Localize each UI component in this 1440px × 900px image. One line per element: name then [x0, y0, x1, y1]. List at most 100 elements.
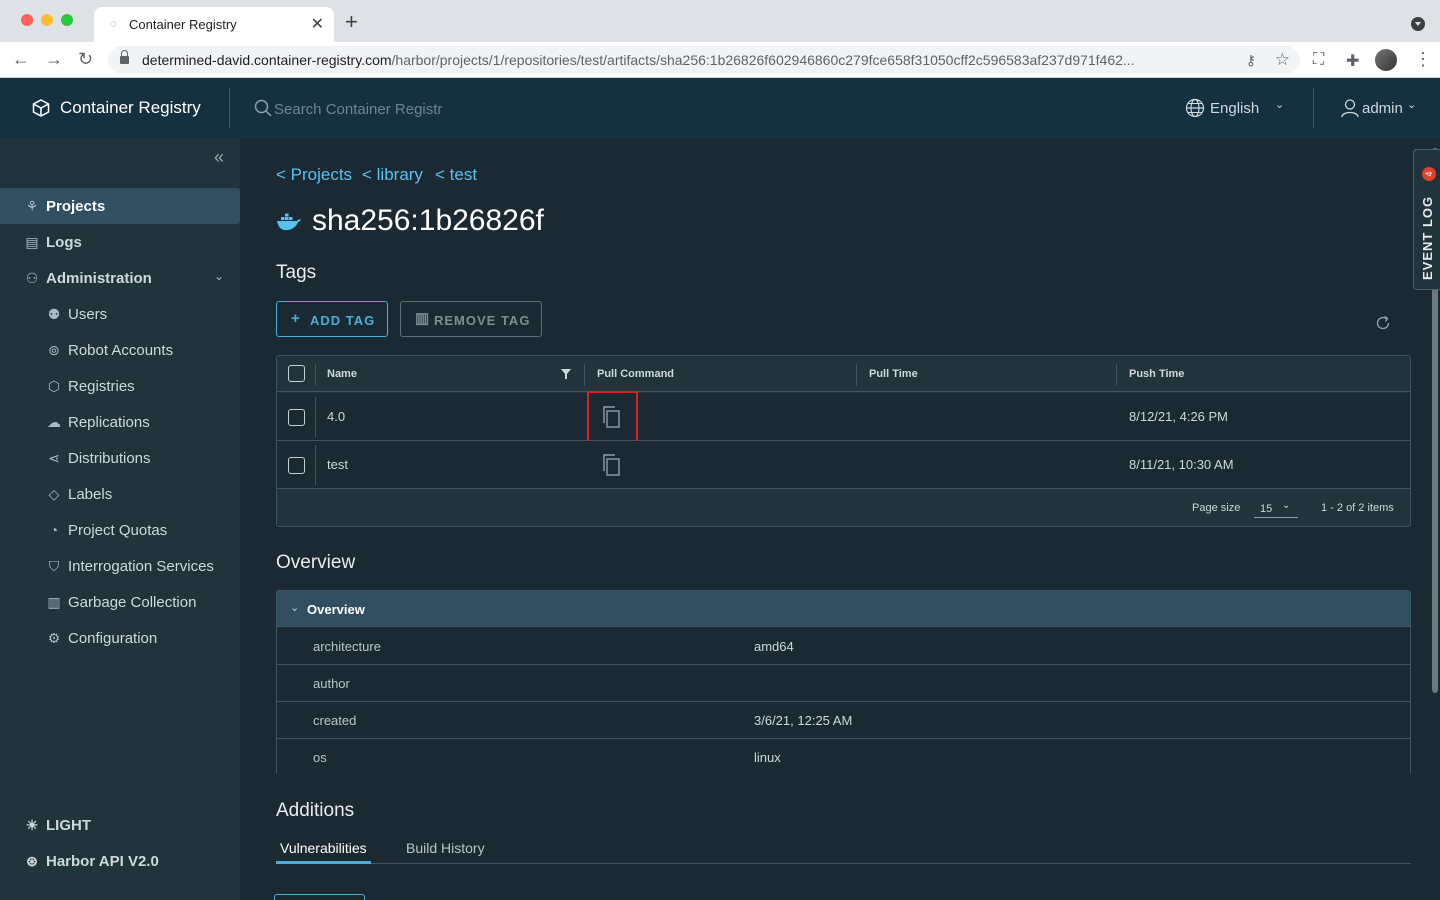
username-label: admin — [1362, 100, 1403, 117]
scan-button[interactable] — [274, 894, 365, 900]
lock-icon[interactable] — [120, 50, 129, 65]
administration-icon: ⚇ — [25, 270, 39, 286]
column-separator — [1116, 364, 1117, 386]
minimize-window-button[interactable] — [41, 14, 53, 26]
sidebar-item-garbage-collection[interactable]: ▥ Garbage Collection — [0, 584, 240, 620]
filter-icon[interactable] — [561, 369, 571, 379]
sidebar-item-projects[interactable]: ⚘ Projects — [0, 188, 240, 224]
column-separator — [315, 445, 316, 485]
tag-name: 4.0 — [327, 409, 346, 424]
sidebar-item-project-quotas[interactable]: ◔ Project Quotas — [0, 512, 240, 548]
column-header-name[interactable]: Name — [327, 368, 357, 380]
page-size-select[interactable]: 15 ⌄ — [1254, 498, 1298, 518]
close-tab-icon[interactable]: ✕ — [311, 14, 324, 34]
registry-logo-icon — [32, 99, 50, 117]
browser-tabbar: ◌ Container Registry ✕ + — [0, 0, 1440, 42]
close-window-button[interactable] — [21, 14, 33, 26]
back-icon[interactable]: ← — [12, 49, 30, 69]
extensions-icon[interactable]: ✚ — [1346, 51, 1359, 71]
event-count-badge: 4 — [1422, 167, 1436, 181]
remove-tag-label: REMOVE TAG — [434, 313, 531, 328]
sidebar-item-label: Projects — [46, 198, 106, 215]
sidebar-item-label: Users — [68, 306, 108, 323]
column-header-pull-command[interactable]: Pull Command — [597, 368, 674, 380]
copy-icon[interactable] — [601, 454, 623, 476]
sidebar-item-configuration[interactable]: ⚙ Configuration — [0, 620, 240, 656]
loading-icon: ◌ — [110, 18, 117, 30]
remove-tag-button[interactable]: ▥ REMOVE TAG — [400, 301, 542, 337]
global-search-input[interactable] — [274, 98, 494, 120]
select-all-checkbox[interactable] — [288, 365, 305, 382]
brand-title[interactable]: Container Registry — [60, 98, 201, 118]
sidebar-item-labels[interactable]: ◇ Labels — [0, 476, 240, 512]
overview-row: architecture amd64 — [277, 628, 1410, 665]
sidebar-item-label: Labels — [68, 486, 113, 503]
harbor-api-link[interactable]: ⊛ Harbor API V2.0 — [0, 847, 240, 877]
distributions-icon: ⋖ — [48, 450, 60, 466]
browser-profile-avatar[interactable] — [1375, 49, 1397, 71]
overview-panel-title: Overview — [307, 602, 365, 617]
sidebar-item-label: Administration — [46, 270, 152, 287]
sidebar-item-distributions[interactable]: ⋖ Distributions — [0, 440, 240, 476]
column-separator — [315, 364, 316, 386]
page-title: sha256:1b26826f — [312, 204, 544, 237]
column-separator — [584, 364, 585, 386]
tab-search-icon[interactable] — [1411, 17, 1425, 31]
collapse-sidebar-icon[interactable]: « — [214, 147, 224, 168]
maximize-window-button[interactable] — [61, 14, 73, 26]
column-header-push-time[interactable]: Push Time — [1129, 368, 1184, 380]
url-text[interactable]: determined-david.container-registry.com/… — [142, 52, 1232, 68]
sidebar-item-label: Configuration — [68, 630, 158, 647]
add-tag-button[interactable]: + ADD TAG — [276, 301, 388, 337]
bookmark-star-icon[interactable]: ☆ — [1275, 50, 1290, 70]
breadcrumb-projects[interactable]: < Projects — [276, 165, 352, 185]
chevron-down-icon: ⌄ — [214, 269, 225, 283]
theme-toggle[interactable]: ☀ LIGHT — [0, 811, 240, 841]
event-log-tab[interactable]: 4 EVENT LOG — [1413, 149, 1440, 290]
browser-tab[interactable]: ◌ Container Registry ✕ — [94, 7, 334, 42]
highlight-box — [587, 391, 638, 444]
address-bar[interactable]: determined-david.container-registry.com/… — [108, 46, 1300, 74]
sidebar-item-replications[interactable]: ☁ Replications — [0, 404, 240, 440]
breadcrumb-test[interactable]: < test — [435, 165, 477, 185]
sidebar-item-robot-accounts[interactable]: ⊚ Robot Accounts — [0, 332, 240, 368]
chevron-down-icon: ⌄ — [1282, 500, 1291, 511]
sidebar-item-users[interactable]: ⚉ Users — [0, 296, 240, 332]
refresh-icon[interactable] — [1375, 315, 1391, 331]
registries-icon: ⬡ — [47, 378, 61, 394]
header-divider — [1313, 88, 1314, 128]
tab-vulnerabilities[interactable]: Vulnerabilities — [276, 838, 371, 864]
sidebar-item-registries[interactable]: ⬡ Registries — [0, 368, 240, 404]
overview-panel-header[interactable]: ⌄ Overview — [277, 591, 1410, 627]
gear-icon: ⚙ — [47, 630, 61, 646]
row-checkbox[interactable] — [288, 409, 305, 426]
plus-icon: + — [291, 310, 301, 327]
sidebar-item-label: Garbage Collection — [68, 594, 197, 611]
api-label: Harbor API V2.0 — [46, 853, 159, 870]
overview-key: author — [313, 676, 350, 691]
sidebar-item-label: Project Quotas — [68, 522, 168, 539]
table-row[interactable]: 4.0 8/12/21, 4:26 PM — [277, 391, 1410, 444]
reload-icon[interactable]: ↻ — [78, 49, 93, 69]
screen-capture-icon[interactable]: ⛶ — [1313, 51, 1324, 69]
breadcrumb-library[interactable]: < library — [362, 165, 423, 185]
sidebar-item-logs[interactable]: ▤ Logs — [0, 224, 240, 260]
table-row[interactable]: test 8/11/21, 10:30 AM — [277, 441, 1410, 489]
sidebar-item-administration[interactable]: ⚇ Administration ⌄ — [0, 260, 240, 296]
key-icon[interactable]: ⚷ — [1246, 52, 1256, 69]
browser-menu-icon[interactable]: ⋮ — [1414, 49, 1432, 70]
overview-panel: ⌄ Overview architecture amd64 author cre… — [276, 590, 1411, 776]
new-tab-button[interactable]: + — [345, 11, 358, 33]
overview-row: created 3/6/21, 12:25 AM — [277, 702, 1410, 739]
column-header-pull-time[interactable]: Pull Time — [869, 368, 918, 380]
sidebar-item-interrogation-services[interactable]: ⛉ Interrogation Services — [0, 548, 240, 584]
labels-icon: ◇ — [48, 486, 60, 502]
tab-build-history[interactable]: Build History — [402, 838, 489, 864]
overview-value: amd64 — [754, 639, 794, 654]
tags-datagrid: Name Pull Command Pull Time Push Time 4.… — [276, 355, 1411, 527]
additions-heading: Additions — [276, 800, 355, 821]
quotas-icon: ◔ — [49, 522, 59, 538]
forward-icon[interactable]: → — [45, 49, 63, 69]
row-checkbox[interactable] — [288, 457, 305, 474]
tag-name: test — [327, 457, 348, 472]
